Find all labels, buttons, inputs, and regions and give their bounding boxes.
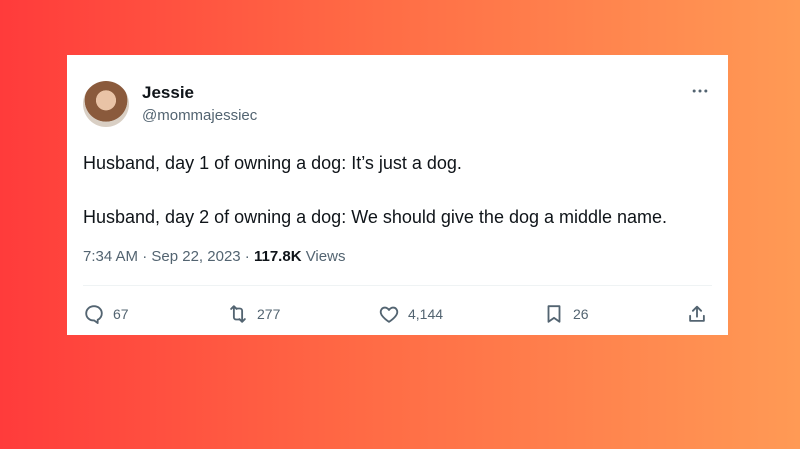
author-handle[interactable]: @mommajessiec xyxy=(142,107,257,124)
more-icon[interactable] xyxy=(690,81,710,101)
action-bar: 67 277 4,144 26 xyxy=(83,300,712,328)
bookmark-button[interactable]: 26 xyxy=(543,300,589,328)
tweet-meta: 7:34 AM · Sep 22, 2023 · 117.8K Views xyxy=(83,248,345,265)
like-button[interactable]: 4,144 xyxy=(378,300,443,328)
repost-icon xyxy=(230,305,246,323)
reply-button[interactable]: 67 xyxy=(83,300,129,328)
avatar[interactable] xyxy=(83,81,129,127)
reply-icon xyxy=(85,305,103,324)
views-label: Views xyxy=(301,248,346,265)
meta-separator: · xyxy=(240,248,254,265)
tweet-time[interactable]: 7:34 AM xyxy=(83,248,138,265)
reply-count: 67 xyxy=(113,306,129,322)
divider xyxy=(83,285,712,286)
tweet-line-1: Husband, day 1 of owning a dog: It’s jus… xyxy=(83,153,462,173)
share-button[interactable] xyxy=(686,300,716,328)
share-icon xyxy=(689,305,705,322)
tweet-card: Jessie @mommajessiec Husband, day 1 of o… xyxy=(67,55,728,335)
heart-icon xyxy=(379,306,399,323)
bookmark-icon xyxy=(547,305,561,323)
bookmark-count: 26 xyxy=(573,306,589,322)
author-name[interactable]: Jessie xyxy=(142,83,194,103)
meta-separator: · xyxy=(138,248,152,265)
like-count: 4,144 xyxy=(408,306,444,322)
views-count: 117.8K xyxy=(253,248,302,265)
repost-count: 277 xyxy=(257,306,281,322)
tweet-text: Husband, day 1 of owning a dog: It’s jus… xyxy=(83,150,713,231)
repost-button[interactable]: 277 xyxy=(227,300,280,328)
tweet-line-2: Husband, day 2 of owning a dog: We shoul… xyxy=(83,207,668,227)
tweet-date[interactable]: Sep 22, 2023 xyxy=(151,248,240,265)
